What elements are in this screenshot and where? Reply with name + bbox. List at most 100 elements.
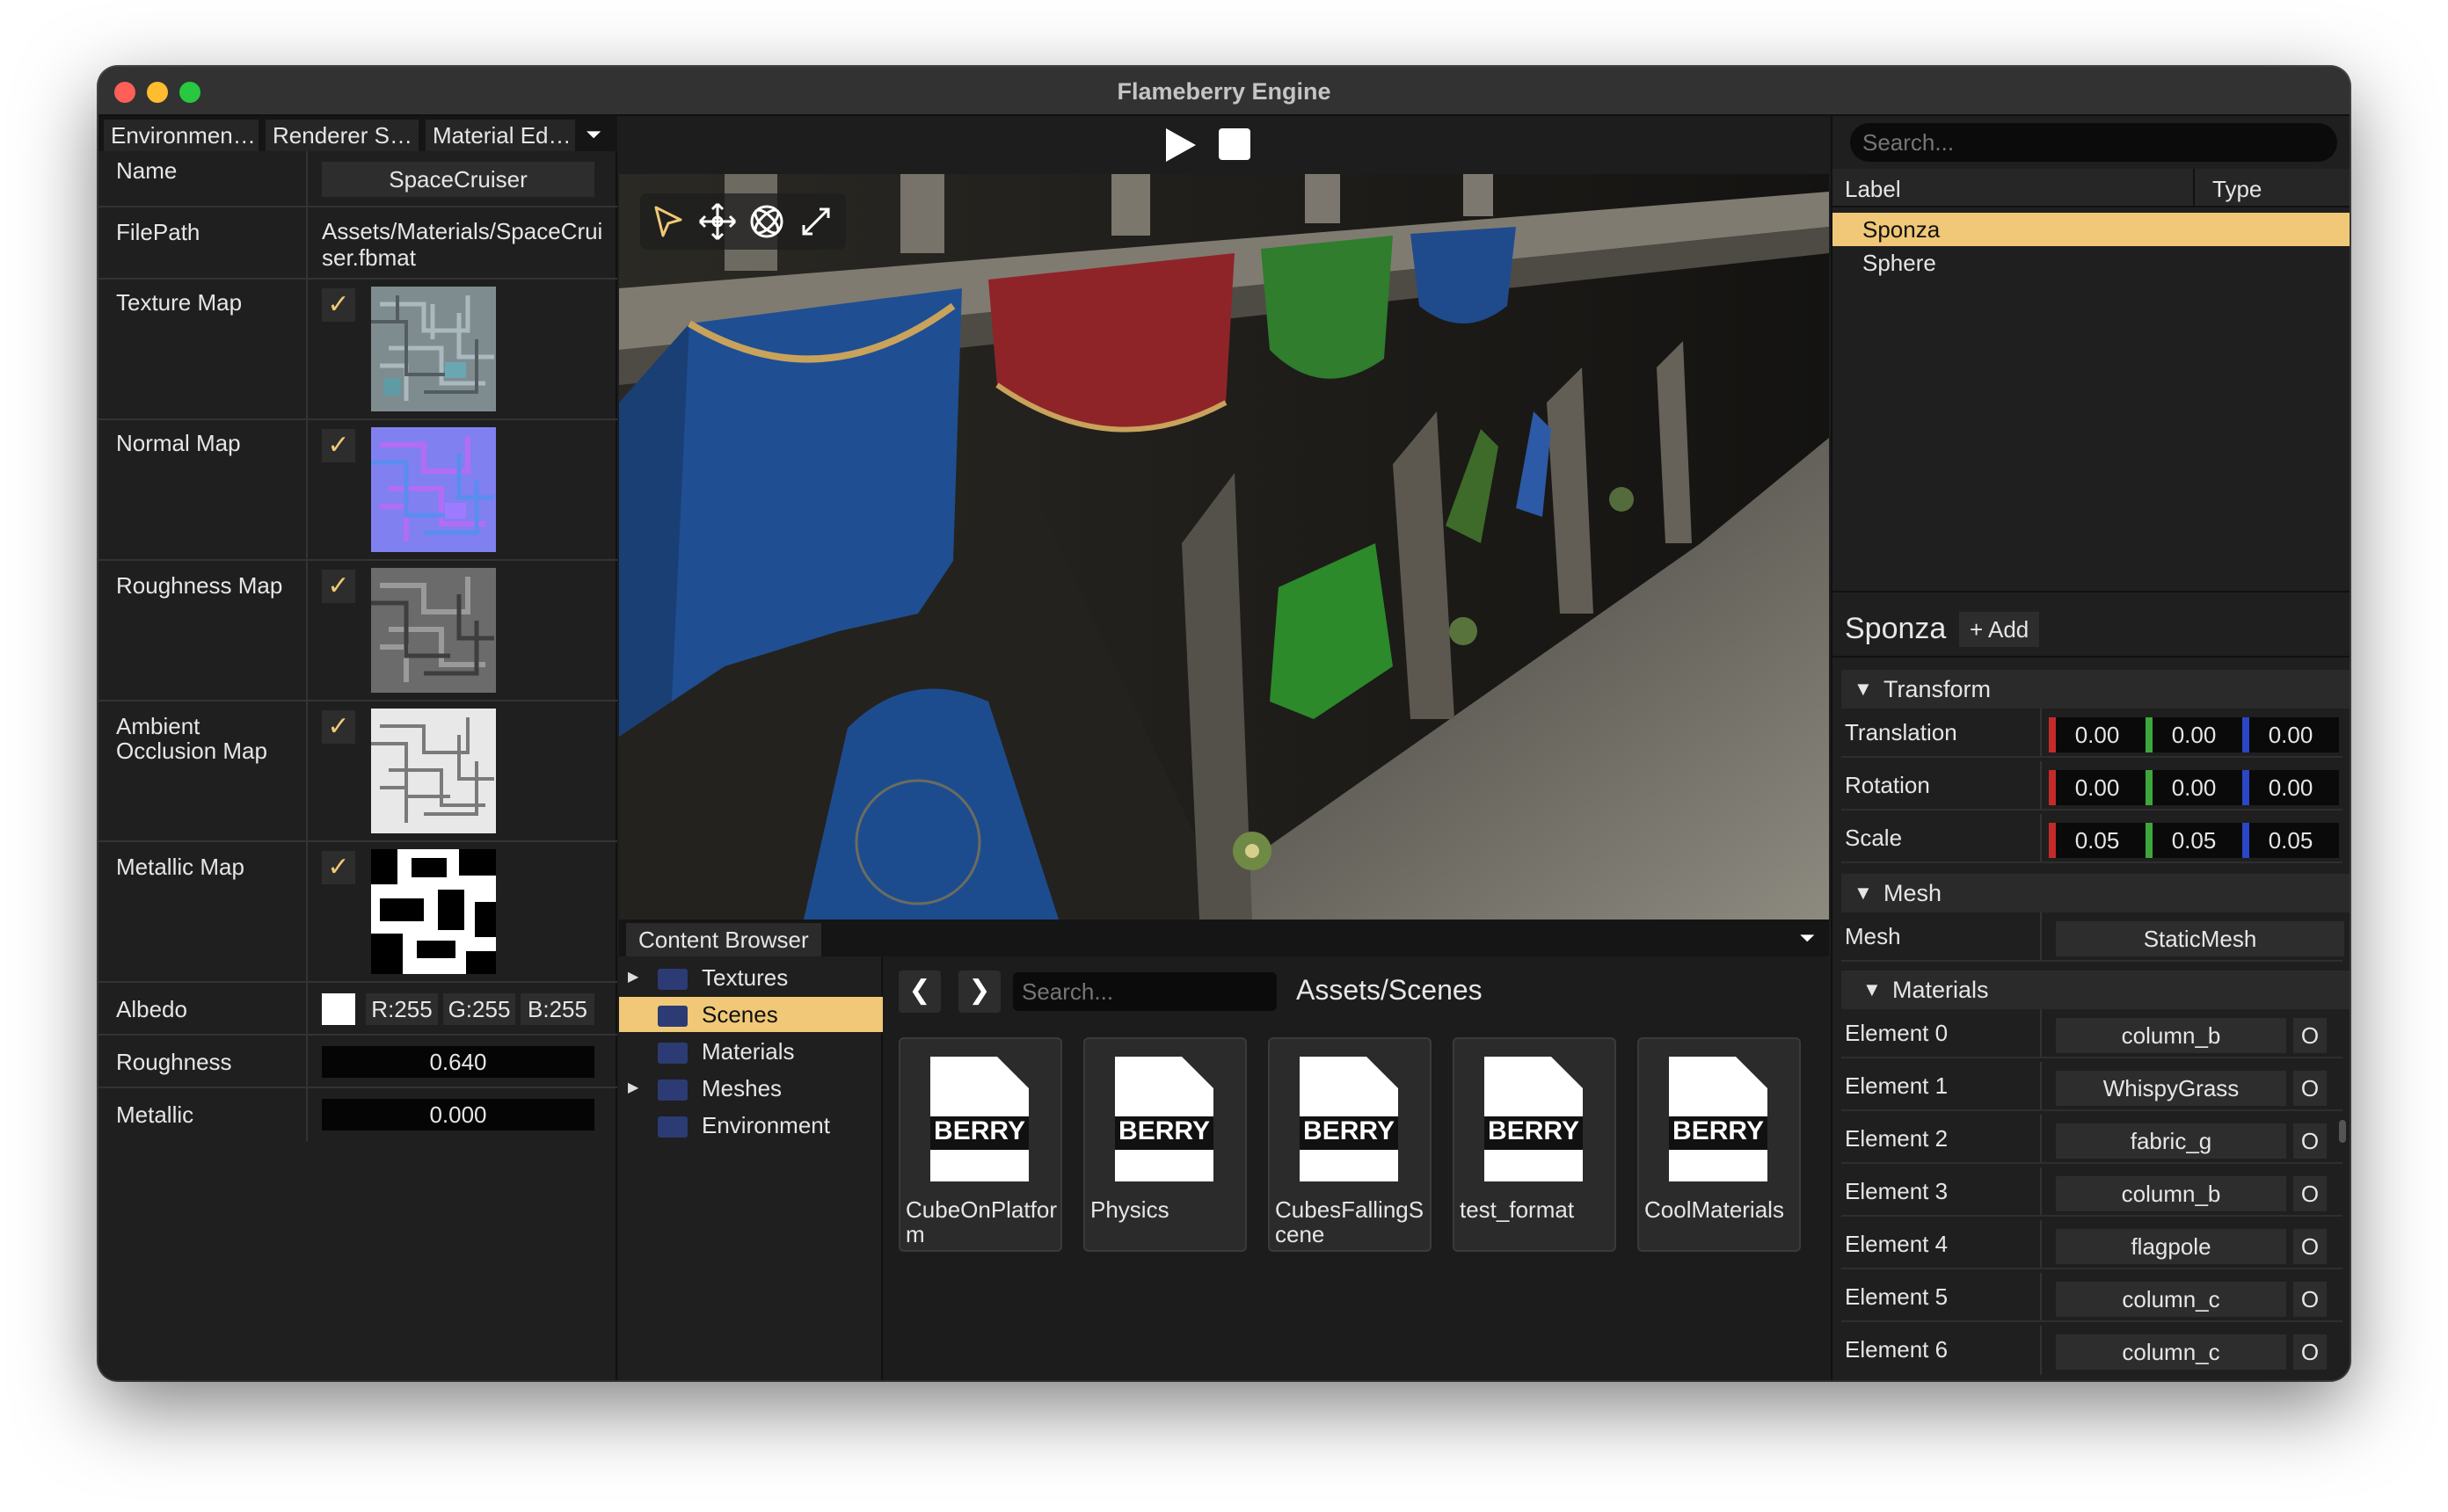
filepath-row: FilePath Assets/Materials/SpaceCruiser.f…: [98, 207, 617, 280]
material-slot[interactable]: column_c: [2056, 1334, 2286, 1370]
forward-button[interactable]: ❯: [958, 970, 1001, 1013]
translation-x-field[interactable]: 0.00: [2049, 717, 2146, 752]
albedo-r-field[interactable]: R:255: [366, 993, 438, 1025]
ao-map-thumbnail[interactable]: [371, 709, 496, 833]
file-card-coolmaterials[interactable]: BERRY CoolMaterials: [1637, 1037, 1801, 1252]
open-material-button[interactable]: O: [2293, 1071, 2327, 1106]
ao-map-checkbox[interactable]: ✓: [322, 710, 355, 744]
material-slot[interactable]: fabric_g: [2056, 1123, 2286, 1159]
tree-item-materials[interactable]: Materials: [619, 1034, 883, 1069]
normal-map-row: Normal Map ✓: [98, 420, 617, 561]
transform-section-header[interactable]: ▼ Transform: [1841, 670, 2350, 709]
metallic-slider[interactable]: 0.000: [322, 1099, 594, 1130]
expand-arrow-icon[interactable]: ▶: [628, 1071, 638, 1106]
roughness-slider[interactable]: 0.640: [322, 1046, 594, 1078]
tab-content-browser[interactable]: Content Browser: [626, 923, 821, 956]
content-search-input[interactable]: [1013, 972, 1277, 1011]
scale-y-field[interactable]: 0.05: [2146, 823, 2242, 858]
translation-z-field[interactable]: 0.00: [2242, 717, 2339, 752]
material-slot[interactable]: column_b: [2056, 1018, 2286, 1053]
inspector-panel: Sponza + Add ▼ Transform Translation 0.0…: [1832, 591, 2350, 1380]
texture-map-checkbox[interactable]: ✓: [322, 288, 355, 322]
entity-row-sphere[interactable]: Sphere: [1832, 246, 2350, 280]
material-element-row: Element 4 flagpole O: [1841, 1220, 2342, 1269]
mesh-selector[interactable]: StaticMesh: [2056, 921, 2344, 956]
back-button[interactable]: ❮: [899, 970, 941, 1013]
column-label[interactable]: Label: [1845, 176, 1901, 203]
tab-material-editor[interactable]: Material Ed…: [426, 120, 575, 151]
folder-icon: [658, 969, 688, 990]
expand-arrow-icon[interactable]: ▶: [628, 960, 638, 995]
move-icon[interactable]: [696, 200, 739, 243]
hierarchy-header: Label Type: [1832, 169, 2350, 207]
normal-map-checkbox[interactable]: ✓: [322, 429, 355, 462]
texture-map-thumbnail[interactable]: [371, 287, 496, 411]
normal-map-thumbnail[interactable]: [371, 427, 496, 552]
scale-icon[interactable]: [795, 200, 837, 243]
rotation-y-field[interactable]: 0.00: [2146, 770, 2242, 805]
tree-item-textures[interactable]: ▶ Textures: [619, 960, 883, 995]
roughness-map-checkbox[interactable]: ✓: [322, 570, 355, 603]
left-tab-bar: Environmen… Renderer S… Material Ed… ⏷: [98, 116, 617, 151]
scale-x-field[interactable]: 0.05: [2049, 823, 2146, 858]
content-browser-dropdown-icon[interactable]: ⏷: [1799, 927, 1815, 949]
tree-item-environment[interactable]: Environment: [619, 1108, 883, 1143]
gizmo-toolbar: [640, 193, 846, 250]
entity-row-sponza[interactable]: Sponza: [1832, 213, 2350, 246]
translation-y-field[interactable]: 0.00: [2146, 717, 2242, 752]
select-icon[interactable]: [647, 200, 689, 243]
roughness-map-label: Roughness Map: [116, 572, 283, 599]
file-card-cubeonplatform[interactable]: BERRY CubeOnPlatform: [899, 1037, 1062, 1252]
metallic-map-checkbox[interactable]: ✓: [322, 851, 355, 884]
add-component-button[interactable]: + Add: [1959, 612, 2040, 647]
metallic-map-label: Metallic Map: [116, 854, 244, 880]
file-badge: BERRY: [934, 1116, 1025, 1145]
file-card-physics[interactable]: BERRY Physics: [1083, 1037, 1247, 1252]
roughness-map-thumbnail[interactable]: [371, 568, 496, 693]
albedo-color-swatch[interactable]: [322, 993, 355, 1025]
mesh-section-header[interactable]: ▼ Mesh: [1841, 874, 2350, 912]
roughness-label: Roughness: [116, 1049, 232, 1075]
material-slot[interactable]: column_b: [2056, 1176, 2286, 1211]
tab-environment[interactable]: Environmen…: [104, 120, 259, 151]
inspector-scrollbar[interactable]: [2339, 1120, 2346, 1143]
open-material-button[interactable]: O: [2293, 1229, 2327, 1264]
entity-name: Sponza: [1845, 612, 1947, 645]
material-name-field[interactable]: SpaceCruiser: [322, 162, 594, 197]
open-material-button[interactable]: O: [2293, 1334, 2327, 1370]
rotation-z-field[interactable]: 0.00: [2242, 770, 2339, 805]
open-material-button[interactable]: O: [2293, 1176, 2327, 1211]
scene-viewport[interactable]: [619, 174, 1829, 920]
open-material-button[interactable]: O: [2293, 1123, 2327, 1159]
tab-list-dropdown-icon[interactable]: ⏷: [580, 121, 607, 148]
file-name: test_format: [1460, 1196, 1575, 1223]
rotation-x-field[interactable]: 0.00: [2049, 770, 2146, 805]
rotate-icon[interactable]: [746, 200, 788, 243]
stop-icon[interactable]: [1219, 128, 1250, 160]
tab-renderer-settings[interactable]: Renderer S…: [266, 120, 419, 151]
folder-icon: [658, 1079, 688, 1101]
albedo-g-field[interactable]: G:255: [443, 993, 515, 1025]
file-card-cubesfallingscene[interactable]: BERRY CubesFallingScene: [1268, 1037, 1432, 1252]
texture-map-row: Texture Map ✓: [98, 280, 617, 420]
material-slot[interactable]: WhispyGrass: [2056, 1071, 2286, 1106]
metallic-map-thumbnail[interactable]: [371, 849, 496, 974]
file-card-test-format[interactable]: BERRY test_format: [1453, 1037, 1616, 1252]
open-material-button[interactable]: O: [2293, 1282, 2327, 1317]
albedo-b-field[interactable]: B:255: [521, 993, 594, 1025]
column-type[interactable]: Type: [2212, 176, 2262, 203]
open-material-button[interactable]: O: [2293, 1018, 2327, 1053]
play-icon[interactable]: [1161, 125, 1199, 165]
current-path: Assets/Scenes: [1296, 974, 1483, 1006]
file-name: CoolMaterials: [1644, 1196, 1784, 1223]
material-slot[interactable]: flagpole: [2056, 1229, 2286, 1264]
folder-icon: [658, 1043, 688, 1064]
metallic-row: Metallic 0.000: [98, 1088, 617, 1141]
tree-item-meshes[interactable]: ▶ Meshes: [619, 1071, 883, 1106]
tree-item-scenes[interactable]: Scenes: [619, 997, 883, 1032]
scale-z-field[interactable]: 0.05: [2242, 823, 2339, 858]
materials-section-header[interactable]: ▼ Materials: [1841, 970, 2350, 1009]
hierarchy-search-input[interactable]: [1850, 123, 2337, 162]
folder-tree: ▶ Textures Scenes Materials ▶ Meshes Env…: [619, 956, 883, 1380]
material-slot[interactable]: column_c: [2056, 1282, 2286, 1317]
